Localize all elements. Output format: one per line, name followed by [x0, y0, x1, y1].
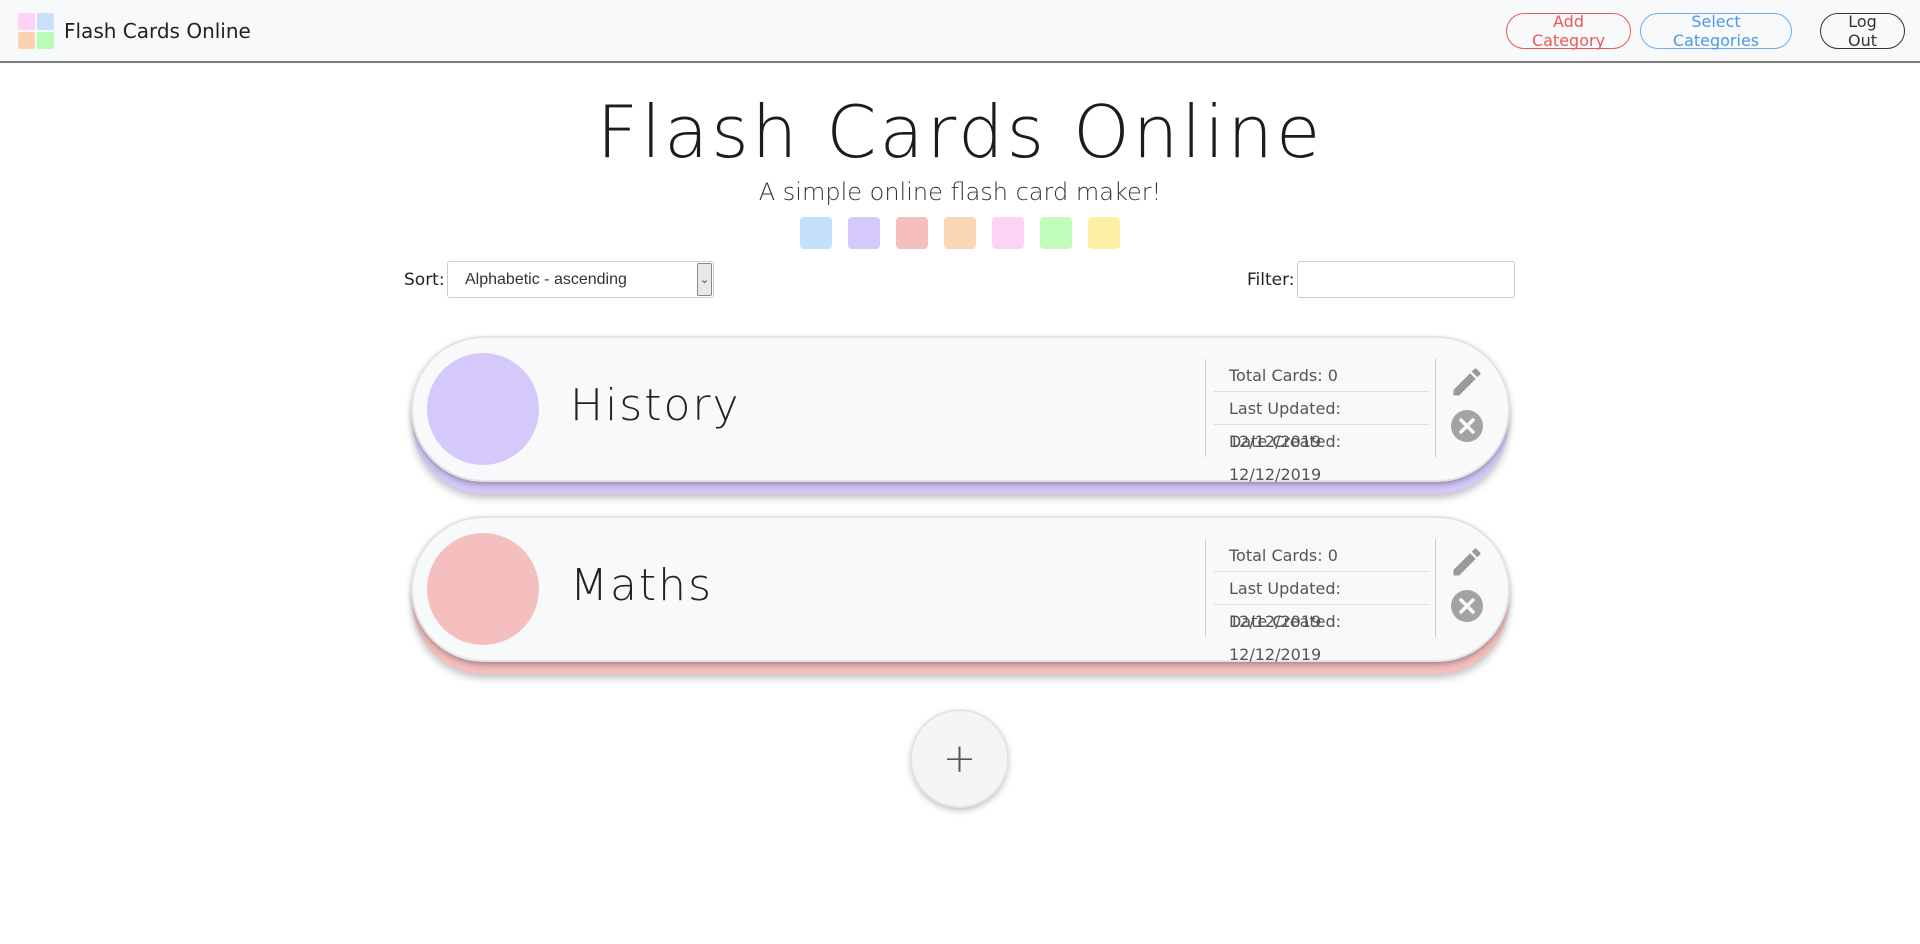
last-updated: Last Updated: 12/12/2019 — [1214, 392, 1429, 451]
filter-input[interactable] — [1297, 261, 1515, 298]
category-card[interactable]: Maths Total Cards: 0 Last Updated: 12/12… — [413, 518, 1508, 678]
plus-icon: + — [942, 735, 977, 782]
color-swatch-red[interactable] — [896, 217, 928, 249]
date-created: Date Created: 12/12/2019 — [1229, 432, 1342, 484]
logo-square-green — [37, 32, 54, 49]
category-color-circle — [427, 353, 539, 465]
filter-label: Filter: — [1247, 270, 1295, 290]
color-swatch-purple[interactable] — [848, 217, 880, 249]
category-card-body[interactable]: History Total Cards: 0 Last Updated: 12/… — [413, 338, 1508, 484]
category-color-circle — [427, 533, 539, 645]
chevron-down-icon[interactable]: ⌄ — [697, 263, 712, 296]
brand-logo-icon — [18, 13, 54, 49]
add-category-button[interactable]: Add Category — [1506, 12, 1631, 50]
color-swatch-yellow[interactable] — [1088, 217, 1120, 249]
category-stats: Total Cards: 0 Last Updated: 12/12/2019 … — [1205, 359, 1436, 484]
navbar: Flash Cards Online Add Category Select C… — [0, 0, 1920, 63]
total-cards: Total Cards: 0 — [1214, 539, 1429, 572]
pencil-icon[interactable] — [1449, 544, 1485, 580]
color-swatches — [800, 217, 1120, 249]
page-title: Flash Cards Online — [596, 90, 1324, 174]
page-subtitle: A simple online flash card maker! — [758, 178, 1162, 206]
color-swatch-pink[interactable] — [992, 217, 1024, 249]
total-cards: Total Cards: 0 — [1214, 359, 1429, 392]
logo-square-orange — [18, 32, 35, 49]
category-name[interactable]: History — [570, 380, 741, 431]
logo-square-pink — [18, 13, 35, 30]
brand[interactable]: Flash Cards Online — [18, 13, 251, 49]
select-categories-button[interactable]: Select Categories — [1640, 12, 1792, 50]
date-created: Date Created: 12/12/2019 — [1229, 612, 1342, 664]
brand-name: Flash Cards Online — [64, 19, 251, 43]
category-name[interactable]: Maths — [570, 560, 713, 611]
logo-square-blue — [37, 13, 54, 30]
close-circle-icon[interactable] — [1450, 409, 1484, 443]
category-card[interactable]: History Total Cards: 0 Last Updated: 12/… — [413, 338, 1508, 498]
sort-select[interactable]: Alphabetic - ascending ⌄ — [447, 261, 714, 298]
log-out-button[interactable]: Log Out — [1820, 12, 1905, 50]
color-swatch-green[interactable] — [1040, 217, 1072, 249]
color-swatch-blue[interactable] — [800, 217, 832, 249]
last-updated: Last Updated: 12/12/2019 — [1214, 572, 1429, 631]
category-stats: Total Cards: 0 Last Updated: 12/12/2019 … — [1205, 539, 1436, 664]
close-circle-icon[interactable] — [1450, 589, 1484, 623]
add-category-circle-button[interactable]: + — [912, 711, 1007, 806]
sort-label: Sort: — [404, 270, 445, 290]
color-swatch-orange[interactable] — [944, 217, 976, 249]
category-card-body[interactable]: Maths Total Cards: 0 Last Updated: 12/12… — [413, 518, 1508, 664]
sort-selected-value: Alphabetic - ascending — [465, 270, 627, 288]
pencil-icon[interactable] — [1449, 364, 1485, 400]
